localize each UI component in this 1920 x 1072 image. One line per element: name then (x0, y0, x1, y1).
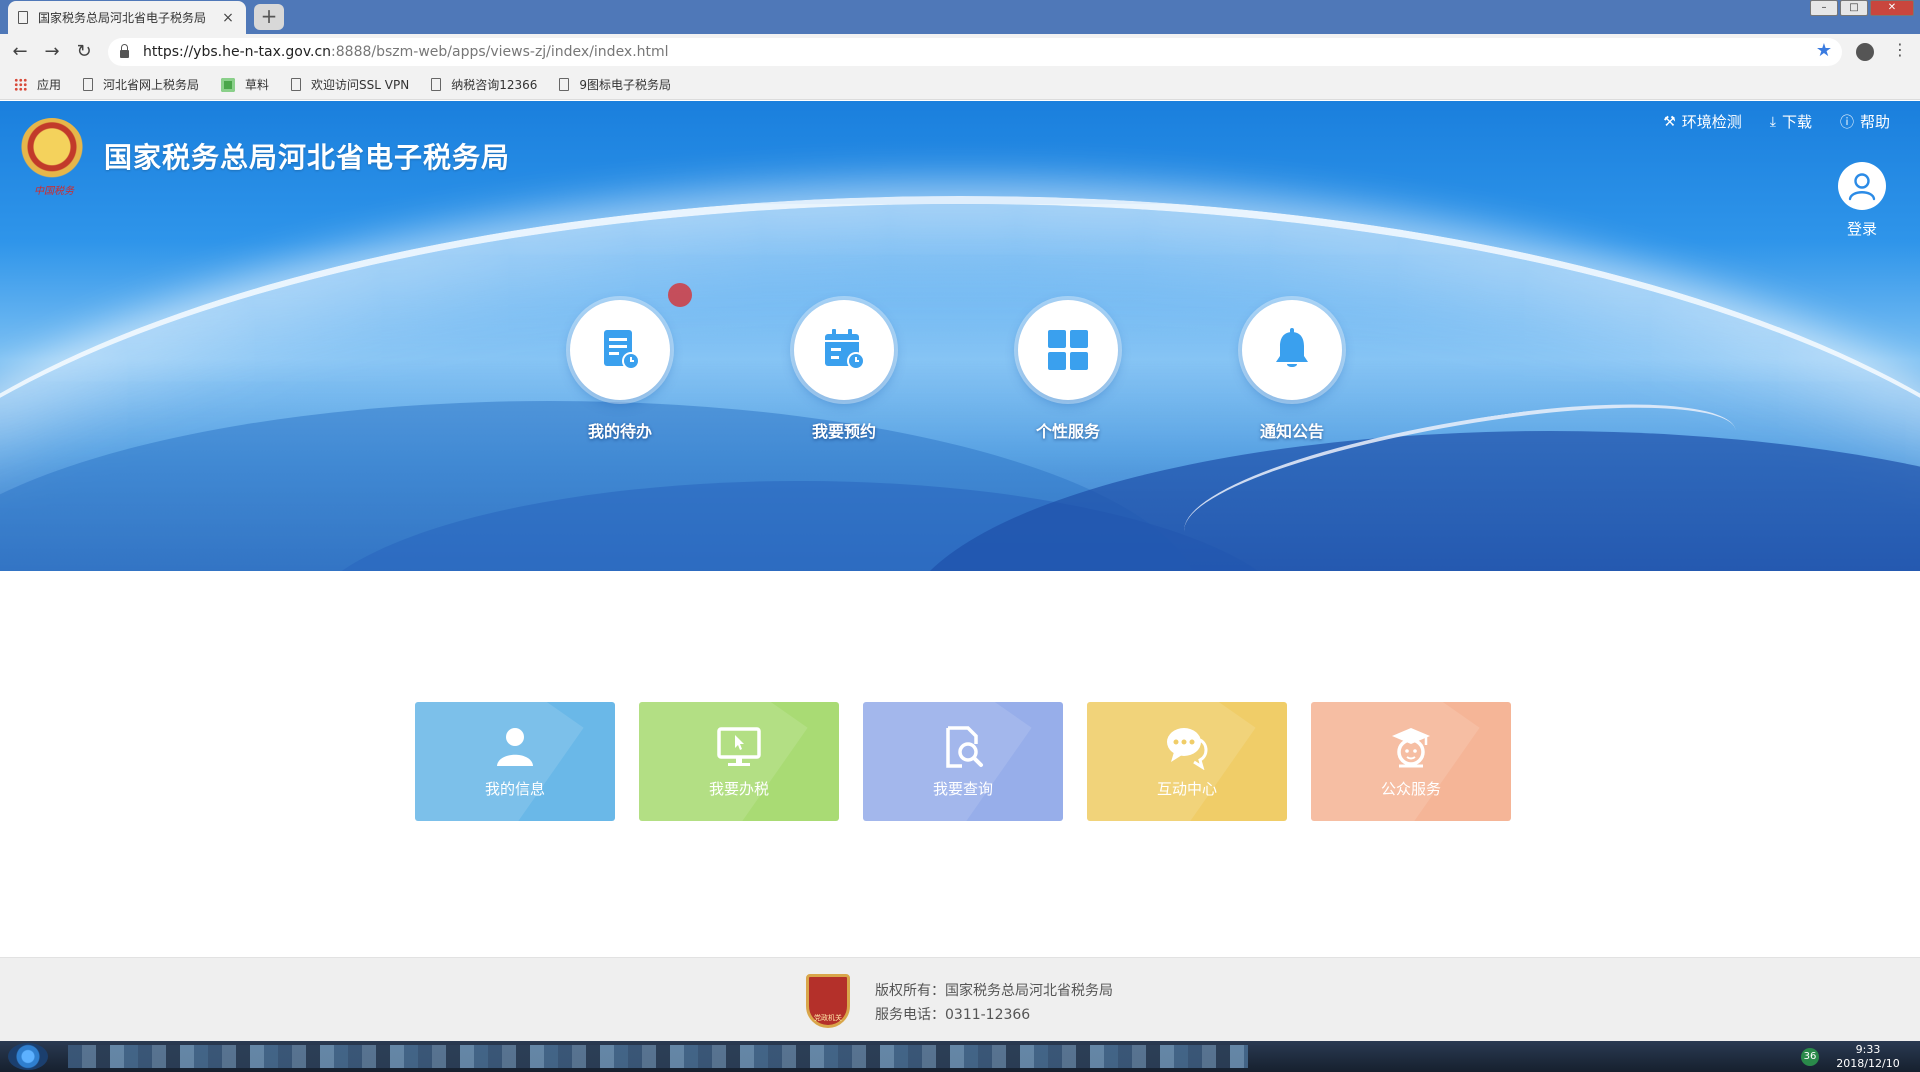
bookmark-item[interactable]: 9图标电子税务局 (559, 76, 671, 93)
quick-action-appointment[interactable]: 我要预约 (789, 300, 899, 442)
document-search-icon (946, 726, 983, 768)
footer-phone: 服务电话：0311-12366 (875, 1007, 1031, 1023)
forward-button[interactable]: → (42, 42, 62, 62)
browser-tab[interactable]: 国家税务总局河北省电子税务局 × (8, 1, 246, 34)
page-footer: 党政机关 版权所有：国家税务总局河北省税务局 服务电话：0311-12366 (0, 957, 1920, 1041)
menu-icon[interactable]: ⋮ (1892, 40, 1908, 59)
quick-action-todo[interactable]: 我的待办 (565, 300, 675, 442)
site-title[interactable]: 国家税务总局河北省电子税务局 (104, 136, 510, 176)
download-icon: ⤓ (1769, 113, 1776, 130)
maximize-button[interactable]: □ (1840, 0, 1868, 16)
qr-icon (221, 77, 236, 92)
quick-action-circle[interactable] (570, 300, 670, 400)
quick-action-label: 我要预约 (811, 422, 876, 441)
footer-copyright: 版权所有：国家税务总局河北省税务局 (875, 983, 1113, 999)
quick-action-circle[interactable] (1018, 300, 1118, 400)
bookmark-item[interactable]: 河北省网上税务局 (83, 76, 199, 93)
wrench-icon: ⚒ (1663, 113, 1676, 130)
tile-query[interactable]: 我要查询 (863, 702, 1063, 821)
window-controls: – □ ✕ (1808, 0, 1914, 16)
bookmark-item[interactable]: 纳税咨询12366 (431, 76, 537, 93)
mouse-pointer-highlight (668, 283, 692, 307)
quick-action-label: 个性服务 (1035, 422, 1100, 441)
monitor-cursor-icon (717, 727, 761, 766)
url-text: https://ybs.he-n-tax.gov.cn:8888/bszm-we… (143, 44, 669, 60)
tile-label: 互动中心 (1156, 780, 1217, 798)
page-icon (18, 11, 28, 24)
system-clock[interactable]: 9:33 2018/12/10 (1828, 1043, 1908, 1071)
quick-action-notices[interactable]: 通知公告 (1237, 300, 1347, 442)
help-link[interactable]: ⓘ 帮助 (1840, 111, 1890, 132)
tab-title: 国家税务总局河北省电子税务局 (38, 11, 207, 25)
bookmarks-bar: 应用 河北省网上税务局 草料 欢迎访问SSL VPN 纳税咨询12366 9图标… (0, 70, 1920, 100)
bookmark-item[interactable]: 草料 (221, 76, 269, 93)
lock-icon (120, 44, 129, 58)
quick-action-circle[interactable] (794, 300, 894, 400)
chat-bubble-icon (1167, 728, 1208, 770)
page-icon (83, 78, 94, 91)
quick-action-label: 我的待办 (587, 422, 652, 441)
apps-grid-icon (14, 78, 27, 91)
emblem-caption: 中国税务 (34, 186, 74, 197)
new-tab-button[interactable]: + (254, 4, 284, 30)
start-button[interactable] (8, 1043, 48, 1070)
bell-icon (1276, 328, 1308, 367)
back-button[interactable]: ← (10, 42, 30, 62)
login-avatar-button[interactable] (1838, 162, 1886, 210)
user-avatar-icon (1848, 173, 1876, 201)
utility-links: ⚒ 环境检测 ⤓ 下载 ⓘ 帮助 (1635, 111, 1890, 132)
tab-close-icon[interactable]: × (220, 10, 236, 26)
reload-button[interactable]: ↻ (74, 42, 94, 62)
government-badge-logo[interactable]: 党政机关 (806, 974, 850, 1028)
profile-icon[interactable] (1856, 43, 1874, 61)
bookmark-apps[interactable]: 应用 (14, 76, 61, 93)
os-taskbar: 36 9:33 2018/12/10 (0, 1041, 1920, 1072)
quick-action-circle[interactable] (1242, 300, 1342, 400)
page-icon (291, 78, 302, 91)
page-icon (559, 78, 570, 91)
tray-badge[interactable]: 36 (1801, 1048, 1819, 1066)
quick-action-label: 通知公告 (1259, 422, 1324, 441)
tile-label: 我要查询 (932, 780, 993, 798)
main-tiles: 我的信息 我要办税 我要查询 互动中心 公众服务 (415, 702, 1535, 821)
quick-action-personal-service[interactable]: 个性服务 (1013, 300, 1123, 442)
user-icon (497, 728, 533, 766)
address-bar[interactable]: https://ybs.he-n-tax.gov.cn:8888/bszm-we… (108, 38, 1842, 66)
tile-interaction-center[interactable]: 互动中心 (1087, 702, 1287, 821)
grid-icon (1048, 330, 1088, 370)
bookmark-star-icon[interactable]: ★ (1816, 40, 1832, 61)
tax-emblem-logo (20, 118, 84, 182)
graduate-icon (1392, 728, 1430, 768)
tile-tax-handling[interactable]: 我要办税 (639, 702, 839, 821)
bookmark-item[interactable]: 欢迎访问SSL VPN (291, 76, 409, 93)
env-check-link[interactable]: ⚒ 环境检测 (1663, 111, 1742, 132)
window-close-button[interactable]: ✕ (1870, 0, 1914, 16)
minimize-button[interactable]: – (1810, 0, 1838, 16)
tile-label: 我要办税 (708, 780, 769, 798)
browser-tab-bar: 国家税务总局河北省电子税务局 × + – □ ✕ (0, 0, 1920, 34)
login-label[interactable]: 登录 (1838, 218, 1886, 239)
taskbar-items[interactable] (68, 1045, 1248, 1068)
help-icon: ⓘ (1839, 114, 1854, 131)
tile-public-service[interactable]: 公众服务 (1311, 702, 1511, 821)
download-link[interactable]: ⤓ 下载 (1770, 111, 1812, 132)
page-icon (431, 78, 442, 91)
tile-label: 公众服务 (1380, 780, 1441, 798)
document-clock-icon (604, 330, 640, 370)
calendar-clock-icon (825, 329, 865, 370)
browser-toolbar: ← → ↻ https://ybs.he-n-tax.gov.cn:8888/b… (0, 34, 1920, 70)
tile-label: 我的信息 (484, 780, 545, 798)
tile-my-info[interactable]: 我的信息 (415, 702, 615, 821)
